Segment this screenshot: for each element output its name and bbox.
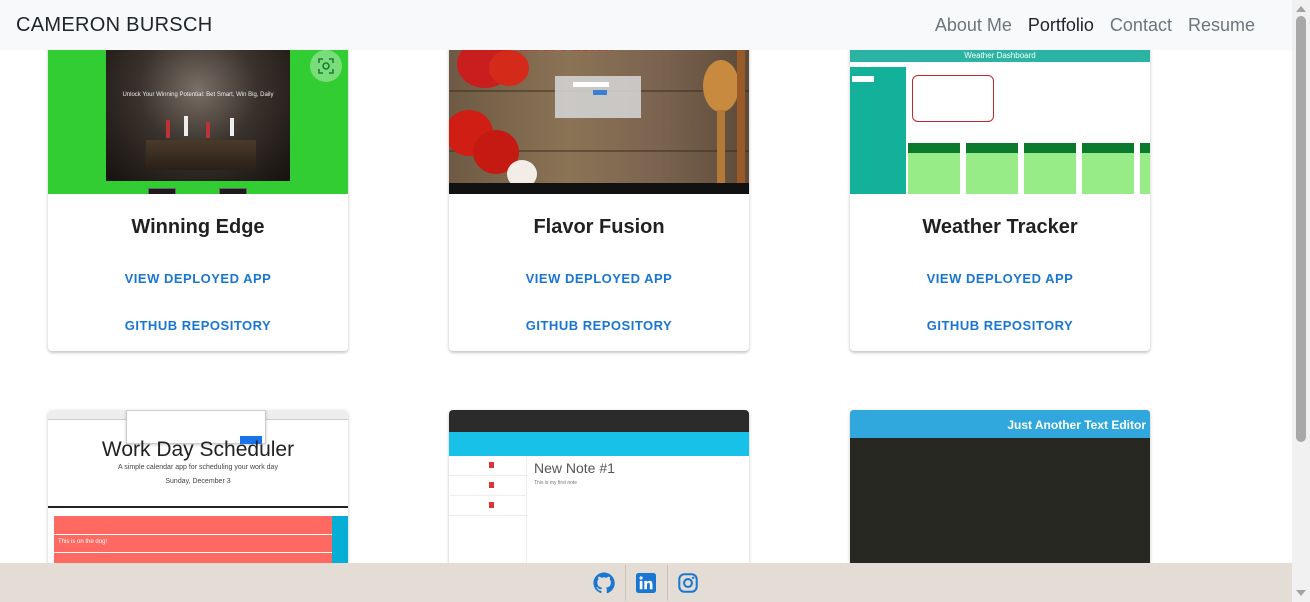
view-deployed-app-link[interactable]: VIEW DEPLOYED APP bbox=[48, 271, 348, 286]
image-caption: Just Another Text Editor bbox=[850, 410, 1150, 438]
scroll-up-arrow-icon[interactable] bbox=[1296, 6, 1306, 12]
arena-image: Unlock Your Winning Potential: Bet Smart… bbox=[106, 50, 290, 181]
project-screenshot: Work Day Scheduler A simple calendar app… bbox=[48, 410, 348, 584]
view-deployed-app-link[interactable]: VIEW DEPLOYED APP bbox=[449, 271, 749, 286]
github-repository-link[interactable]: GITHUB REPOSITORY bbox=[48, 318, 348, 333]
vertical-scrollbar[interactable] bbox=[1292, 0, 1310, 602]
nav-links: About Me Portfolio Contact Resume bbox=[935, 15, 1255, 36]
linkedin-icon[interactable] bbox=[626, 563, 667, 602]
image-subcaption: This is my first note bbox=[534, 480, 578, 486]
top-navbar: CAMERON BURSCH About Me Portfolio Contac… bbox=[0, 0, 1292, 50]
github-repository-link[interactable]: GITHUB REPOSITORY bbox=[850, 318, 1150, 333]
image-caption: Unlock Your Winning Potential: Bet Smart… bbox=[122, 92, 274, 98]
project-card-flavor-fusion: Flavor Fusion Flavor Fusion VIEW DEPLOYE… bbox=[449, 20, 749, 351]
zoom-lens-icon[interactable] bbox=[310, 50, 342, 82]
github-icon[interactable] bbox=[584, 563, 625, 602]
project-title: Weather Tracker bbox=[922, 216, 1078, 238]
scroll-down-arrow-icon[interactable] bbox=[1296, 590, 1306, 596]
brand-name[interactable]: CAMERON BURSCH bbox=[16, 14, 212, 37]
image-caption: Weather Dashboard bbox=[850, 50, 1150, 62]
nav-link-contact[interactable]: Contact bbox=[1110, 15, 1172, 36]
scroll-thumb[interactable] bbox=[1296, 16, 1306, 442]
footer bbox=[0, 563, 1292, 602]
project-title: Flavor Fusion bbox=[533, 216, 665, 238]
project-title: Winning Edge bbox=[131, 216, 265, 238]
image-row-text: This is on the dog! bbox=[58, 539, 108, 545]
github-repository-link[interactable]: GITHUB REPOSITORY bbox=[449, 318, 749, 333]
view-deployed-app-link[interactable]: VIEW DEPLOYED APP bbox=[850, 271, 1150, 286]
image-date: Sunday, December 3 bbox=[165, 478, 231, 485]
project-screenshot: New Note #1 This is my first note bbox=[449, 410, 749, 584]
nav-link-resume[interactable]: Resume bbox=[1188, 15, 1255, 36]
image-caption: Work Day Scheduler bbox=[101, 438, 295, 461]
project-card-winning-edge: Unlock Your Winning Potential: Bet Smart… bbox=[48, 20, 348, 351]
nav-link-about-me[interactable]: About Me bbox=[935, 15, 1012, 36]
image-caption: New Note #1 bbox=[534, 460, 615, 476]
project-card-weather-tracker: Weather Dashboard Weather Tracker VIEW D… bbox=[850, 20, 1150, 351]
instagram-icon[interactable] bbox=[668, 563, 709, 602]
image-subcaption: A simple calendar app for scheduling you… bbox=[118, 464, 278, 471]
nav-link-portfolio[interactable]: Portfolio bbox=[1028, 15, 1094, 36]
